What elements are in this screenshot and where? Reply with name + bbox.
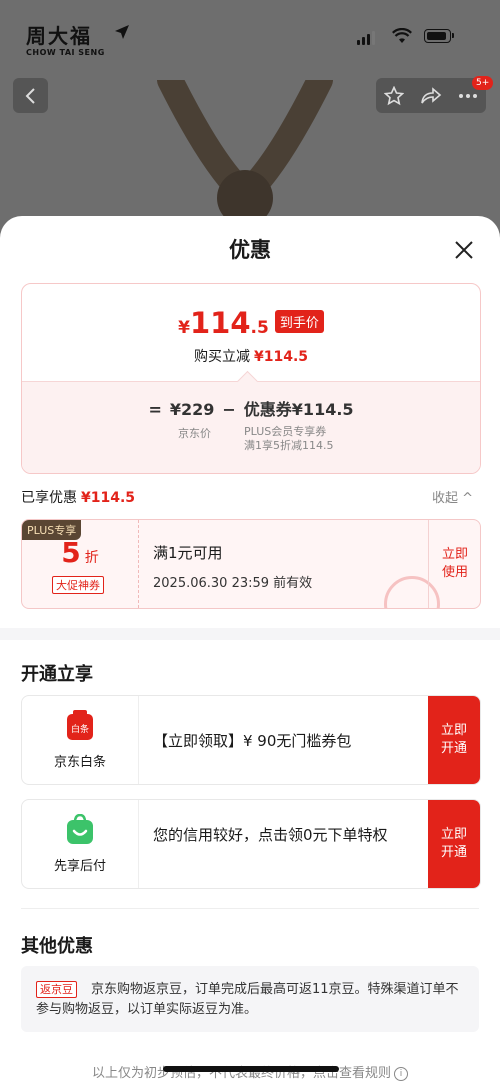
- more-icon[interactable]: [458, 93, 478, 99]
- location-arrow-icon: [115, 25, 129, 39]
- share-icon[interactable]: [420, 86, 442, 106]
- open-btn-line2: 开通: [440, 845, 467, 860]
- card-separator: [138, 800, 139, 888]
- section-divider-line: [21, 908, 479, 909]
- baitiao-name: 京东白条: [53, 755, 106, 770]
- enjoyed-discount: 已享优惠 ¥114.5: [21, 487, 135, 507]
- discount-value: 5: [61, 536, 81, 569]
- calc-price-label: 京东价: [178, 427, 211, 440]
- jingdou-rebate-text: 京东购物返京豆，订单完成后最高可返11京豆。特殊渠道订单不参与购物返豆，以订单实…: [36, 982, 459, 1017]
- currency-symbol: ¥: [178, 318, 190, 338]
- final-price-tag: 到手价: [274, 310, 324, 333]
- smile-bag-icon: [67, 814, 93, 844]
- jingdou-rebate-box: 京东购物返京豆，订单完成后最高可返11京豆。特殊渠道订单不参与购物返豆，以订单实…: [21, 966, 479, 1032]
- calc-equals: =: [148, 400, 162, 419]
- sheet-title: 优惠: [229, 238, 271, 262]
- wifi-icon: [392, 28, 412, 43]
- brand-name-en: CHOW TAI SENG: [26, 48, 105, 57]
- calc-coupon-label-line1: PLUS会员专享券: [244, 425, 327, 438]
- baitiao-open-button[interactable]: 立即 开通: [428, 696, 480, 784]
- enjoyed-amount: ¥114.5: [81, 490, 136, 506]
- collapse-toggle[interactable]: 收起 ^: [432, 487, 473, 506]
- discount-sheet: 优惠 ¥114.5 到手价 购买立减 ¥114.5 = ¥229− 优惠券¥114.5 …: [0, 216, 500, 1083]
- calc-price: ¥229: [169, 400, 215, 419]
- final-price: ¥114.5 到手价: [22, 306, 480, 340]
- price-integer: 114: [189, 306, 251, 340]
- pay-later-open-button[interactable]: 立即 开通: [428, 800, 480, 888]
- price-calculation: = ¥229− 优惠券¥114.5 京东价 PLUS会员专享券 满1享5折减114.…: [22, 370, 480, 473]
- coupon-discount-panel: PLUS专享 5折 大促神券: [22, 520, 139, 608]
- signal-icon: [357, 31, 375, 45]
- brand-name-cn: 周大福: [26, 24, 92, 48]
- pay-later-name: 先享后付: [53, 859, 106, 874]
- price-summary-card: ¥114.5 到手价 购买立减 ¥114.5 = ¥229− 优惠券¥114.5 京东价…: [21, 283, 481, 474]
- svg-text:白条: 白条: [71, 723, 89, 735]
- status-bar: 周大福 CHOW TAI SENG: [0, 0, 500, 70]
- pay-later-offer-text: 您的信用较好，点击领0元下单特权: [153, 826, 388, 844]
- battery-icon: [424, 29, 454, 43]
- info-icon[interactable]: i: [394, 1067, 408, 1081]
- promo-tag: 大促神券: [52, 576, 104, 594]
- calc-coupon-label-line2: 满1享5折减114.5: [244, 439, 334, 452]
- use-coupon-button[interactable]: 立即 使用: [428, 520, 480, 608]
- pay-later-card: 先享后付 您的信用较好，点击领0元下单特权 立即开通: [21, 799, 481, 889]
- calc-coupon-label: PLUS会员专享券 满1享5折减114.5: [244, 425, 334, 453]
- calc-minus: −: [222, 400, 236, 419]
- open-btn-line1: 立即: [440, 827, 467, 842]
- calc-coupon: 优惠券¥114.5: [243, 400, 354, 419]
- instant-discount-amount: ¥114.5: [253, 349, 309, 365]
- top-action-group: [376, 78, 486, 113]
- other-section-title: 其他优惠: [21, 936, 93, 957]
- coupon-condition: 满1元可用: [153, 544, 223, 562]
- brand-logo: 周大福 CHOW TAI SENG: [26, 20, 105, 57]
- open-btn-line2: 开通: [440, 741, 467, 756]
- baitiao-offer-text: 【立即领取】¥ 90无门槛券包: [153, 732, 352, 750]
- section-divider: [0, 628, 500, 640]
- chevron-left-icon: [25, 87, 35, 104]
- discount-unit: 折: [84, 550, 99, 566]
- open-btn-line1: 立即: [440, 723, 467, 738]
- instant-discount-row: 购买立减 ¥114.5: [22, 346, 480, 366]
- back-button[interactable]: [13, 78, 48, 113]
- coupon-validity: 2025.06.30 23:59 前有效: [153, 576, 313, 591]
- use-coupon-label-2: 使用: [441, 565, 468, 580]
- star-icon[interactable]: [384, 85, 404, 106]
- use-coupon-label-1: 立即: [441, 547, 468, 562]
- coupon-card: PLUS专享 5折 大促神券 满1元可用 2025.06.30 23:59 前有…: [21, 519, 481, 609]
- baitiao-card: 白条 京东白条 【立即领取】¥ 90无门槛券包 立即开通: [21, 695, 481, 785]
- home-indicator: [163, 1066, 339, 1072]
- jingdou-rebate-tag: 返京豆: [36, 981, 77, 998]
- calc-notch: [236, 370, 259, 393]
- price-decimal: .5: [250, 318, 269, 338]
- open-section-title: 开通立享: [21, 664, 93, 685]
- calc-formula: = ¥229− 优惠券¥114.5: [22, 396, 480, 420]
- baitiao-icon: 白条: [67, 710, 93, 740]
- close-icon[interactable]: [450, 236, 478, 264]
- notification-badge: 5+: [472, 76, 494, 90]
- card-separator: [138, 696, 139, 784]
- coupon-discount: 5折: [22, 536, 138, 569]
- enjoyed-label: 已享优惠: [21, 490, 77, 506]
- instant-discount-label: 购买立减: [193, 349, 250, 365]
